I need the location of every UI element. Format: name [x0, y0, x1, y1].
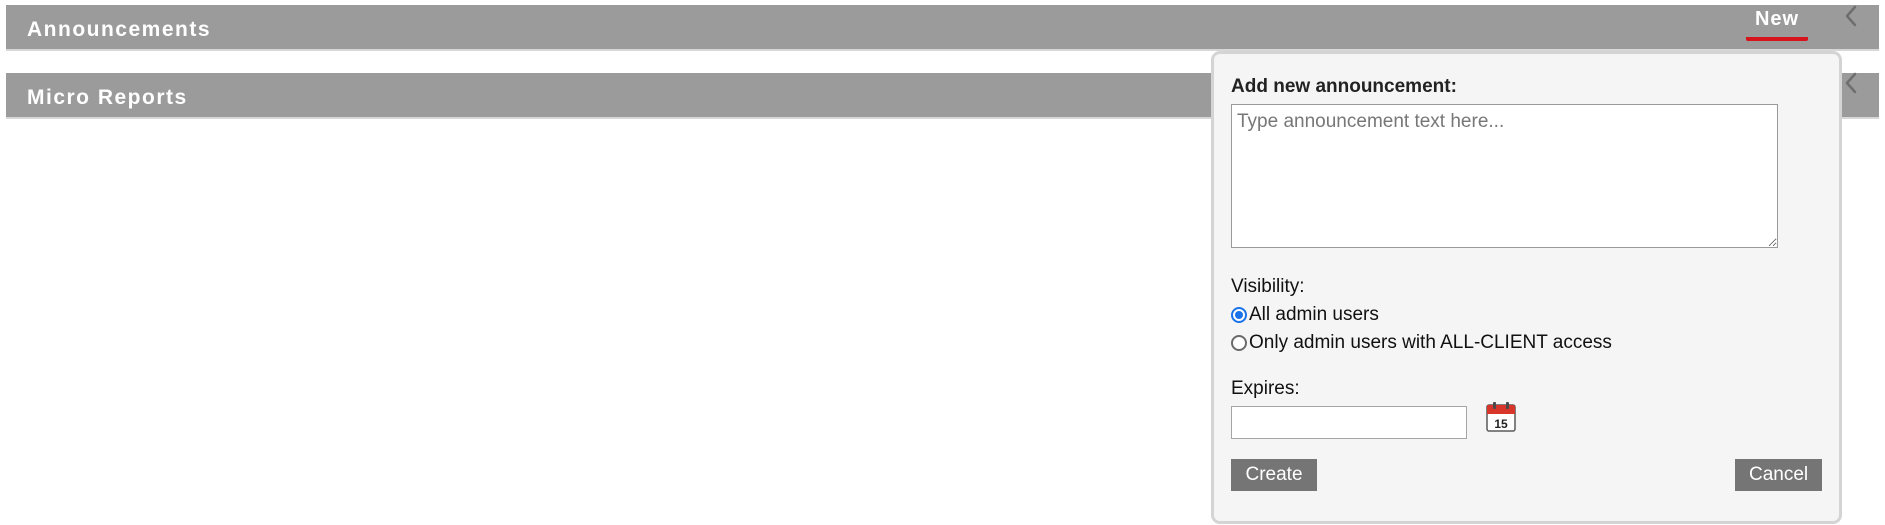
page: Announcements Micro Reports New Add new …	[0, 0, 1885, 525]
radio-button[interactable]	[1231, 335, 1247, 351]
radio-button-selected[interactable]	[1231, 307, 1247, 323]
visibility-option-all-admins[interactable]: All admin users	[1231, 303, 1379, 327]
expires-date-input[interactable]	[1231, 406, 1467, 439]
calendar-icon[interactable]: 15	[1485, 401, 1517, 433]
expires-label: Expires:	[1231, 378, 1300, 399]
calendar-day-number: 15	[1494, 417, 1508, 431]
visibility-option-label: All admin users	[1249, 304, 1379, 325]
create-button[interactable]: Create	[1231, 459, 1317, 491]
visibility-label: Visibility:	[1231, 276, 1305, 297]
new-announcement-button[interactable]: New	[1746, 8, 1808, 41]
announcement-textarea[interactable]	[1231, 104, 1778, 248]
new-announcement-popover: Add new announcement: Visibility: All ad…	[1211, 51, 1842, 524]
announcements-title: Announcements	[27, 18, 212, 41]
chevron-left-icon[interactable]	[1842, 3, 1860, 29]
micro-reports-title: Micro Reports	[27, 86, 188, 109]
chevron-left-icon[interactable]	[1842, 70, 1860, 96]
announcements-panel-header[interactable]: Announcements	[6, 5, 1879, 51]
cancel-button[interactable]: Cancel	[1735, 459, 1822, 491]
popover-heading: Add new announcement:	[1231, 76, 1457, 97]
visibility-option-all-client[interactable]: Only admin users with ALL-CLIENT access	[1231, 331, 1612, 355]
visibility-option-label: Only admin users with ALL-CLIENT access	[1249, 332, 1612, 353]
